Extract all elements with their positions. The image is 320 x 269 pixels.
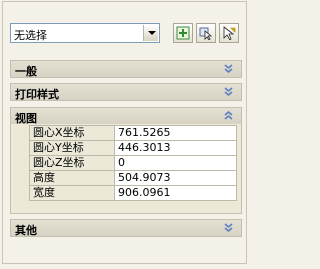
property-value[interactable]: 0	[114, 155, 237, 171]
table-row[interactable]: 圆心Z坐标 0	[29, 155, 237, 171]
chevron-double-down-icon[interactable]	[224, 223, 233, 233]
select-objects-icon	[199, 27, 213, 40]
quick-select-icon	[176, 26, 190, 40]
section-view[interactable]: 视图	[10, 107, 242, 125]
section-plot-style-title: 打印样式	[15, 88, 59, 101]
table-row[interactable]: 圆心Y坐标 446.3013	[29, 140, 237, 156]
property-value[interactable]: 906.0961	[114, 185, 237, 201]
property-label: 圆心X坐标	[29, 125, 115, 141]
property-label: 圆心Z坐标	[29, 155, 115, 171]
section-misc-title: 其他	[15, 224, 37, 237]
section-general-title: 一般	[15, 65, 37, 78]
property-value[interactable]: 761.5265	[114, 125, 237, 141]
section-plot-style[interactable]: 打印样式	[10, 83, 242, 101]
quick-select-button[interactable]	[173, 23, 193, 43]
toggle-pickadd-button[interactable]	[219, 23, 239, 43]
properties-toolbar: 无选择	[10, 23, 242, 47]
table-row[interactable]: 圆心X坐标 761.5265	[29, 125, 237, 141]
table-row[interactable]: 宽度 906.0961	[29, 185, 237, 201]
select-objects-button[interactable]	[196, 23, 216, 43]
toggle-pickadd-icon	[223, 26, 236, 40]
property-label: 圆心Y坐标	[29, 140, 115, 156]
chevron-down-icon[interactable]	[143, 25, 158, 41]
view-properties-grid: 圆心X坐标 761.5265 圆心Y坐标 446.3013 圆心Z坐标 0 高度…	[10, 124, 242, 214]
property-value[interactable]: 446.3013	[114, 140, 237, 156]
property-label: 高度	[29, 170, 115, 186]
section-misc[interactable]: 其他	[10, 219, 242, 237]
property-value[interactable]: 504.9073	[114, 170, 237, 186]
table-row[interactable]: 高度 504.9073	[29, 170, 237, 186]
selection-dropdown[interactable]: 无选择	[10, 23, 160, 43]
chevron-double-up-icon[interactable]	[224, 111, 233, 121]
chevron-double-down-icon[interactable]	[224, 64, 233, 74]
property-label: 宽度	[29, 185, 115, 201]
chevron-double-down-icon[interactable]	[224, 87, 233, 97]
section-general[interactable]: 一般	[10, 60, 242, 78]
view-properties-table: 圆心X坐标 761.5265 圆心Y坐标 446.3013 圆心Z坐标 0 高度…	[29, 125, 237, 201]
selection-dropdown-value: 无选择	[14, 29, 47, 42]
